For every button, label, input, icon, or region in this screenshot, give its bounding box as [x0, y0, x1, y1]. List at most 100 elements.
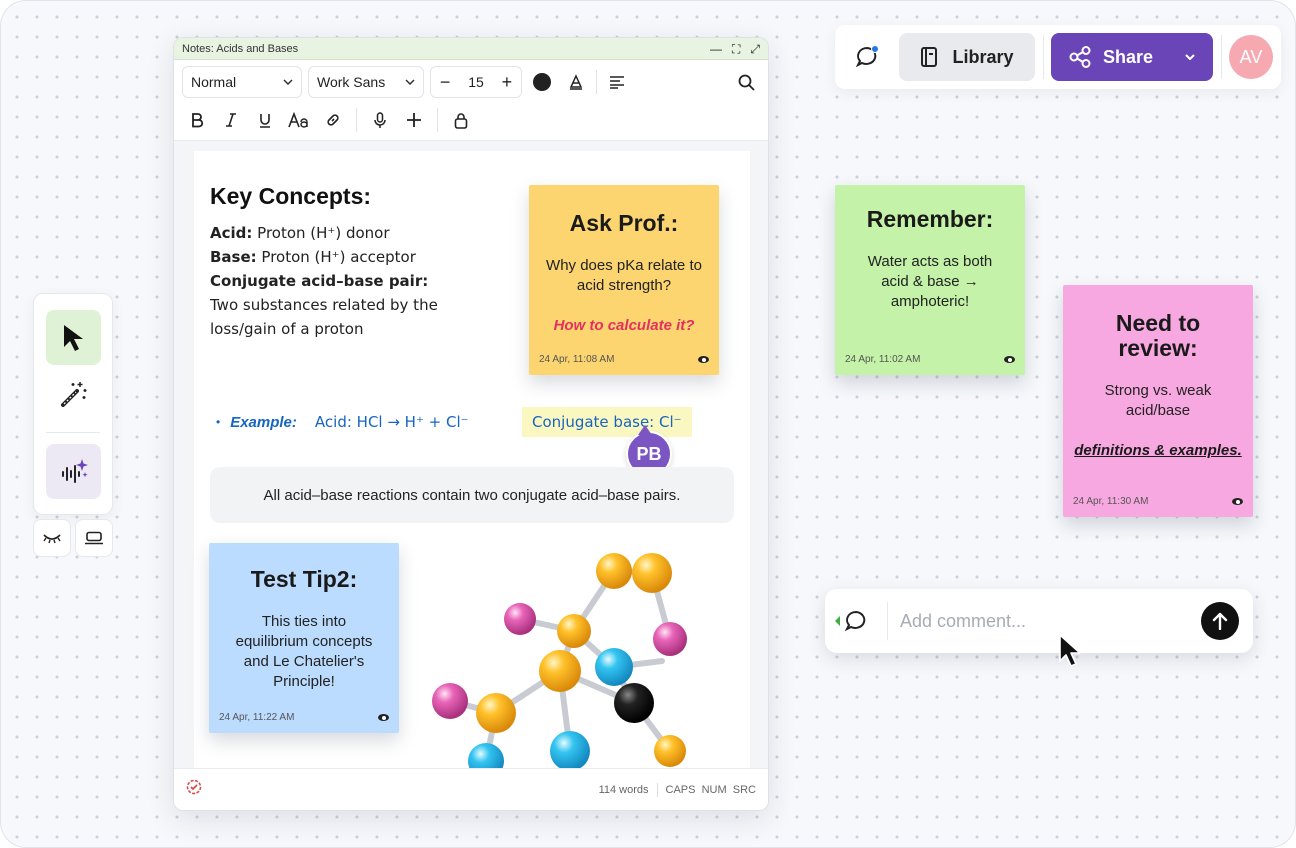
sticky-emphasis: definitions & examples.	[1074, 442, 1242, 459]
sticky-footer: 24 Apr, 11:22 AM	[219, 712, 389, 723]
chevron-down-icon[interactable]	[1185, 51, 1195, 63]
text-color-swatch	[533, 73, 551, 91]
sticky-title: Remember:	[866, 206, 994, 232]
comment-input[interactable]	[888, 610, 1201, 632]
link-icon[interactable]	[318, 106, 348, 134]
eye-icon[interactable]	[378, 714, 389, 721]
laptop-icon	[85, 531, 103, 545]
chevron-down-icon	[405, 77, 415, 88]
text-color-button[interactable]	[528, 68, 556, 96]
pair-text: Two substances related by the loss/gain …	[210, 296, 438, 338]
sticky-note-remember[interactable]: Remember: Water acts as both acid & base…	[835, 185, 1025, 375]
search-icon[interactable]	[732, 68, 760, 96]
window-controls: — ⛶ ⤢	[710, 43, 760, 55]
font-size-increase-button[interactable]: +	[502, 72, 513, 93]
comments-button[interactable]	[849, 39, 885, 75]
library-button[interactable]: Library	[899, 33, 1035, 81]
font-size-value[interactable]: 15	[468, 74, 484, 90]
paragraph-style-select[interactable]: Normal	[182, 66, 302, 98]
comment-icon-area	[825, 589, 887, 653]
select-tool-button[interactable]	[46, 310, 101, 365]
mouse-cursor-icon	[1059, 634, 1081, 667]
topbar-divider	[1221, 35, 1222, 79]
plus-icon[interactable]	[399, 106, 429, 134]
font-family-select[interactable]: Work Sans	[308, 66, 424, 98]
book-icon	[921, 47, 938, 67]
underline-icon[interactable]	[250, 106, 280, 134]
minimize-icon[interactable]: —	[710, 43, 722, 55]
ai-voice-button[interactable]	[46, 444, 101, 499]
eye-icon[interactable]	[1232, 498, 1243, 505]
mode-indicators: CAPS NUM SRC	[665, 783, 756, 796]
comment-box	[825, 589, 1253, 653]
format-toolbar: Normal Work Sans − 15 +	[182, 66, 760, 98]
sticky-timestamp: 24 Apr, 11:02 AM	[845, 354, 921, 365]
sticky-title: Test Tip2:	[250, 566, 358, 592]
sticky-body: Why does pKa relate to acid strength?	[546, 257, 702, 294]
arrow-up-icon	[1212, 612, 1228, 630]
chevron-down-icon	[283, 77, 293, 88]
lock-icon[interactable]	[446, 106, 476, 134]
font-size-stepper: − 15 +	[430, 66, 522, 98]
user-avatar[interactable]: AV	[1229, 35, 1273, 79]
acid-text: Proton (H⁺) donor	[252, 224, 390, 242]
text-case-icon[interactable]	[284, 106, 314, 134]
align-left-icon[interactable]	[603, 68, 631, 96]
share-icon	[1069, 46, 1091, 68]
library-label: Library	[952, 46, 1014, 67]
microphone-icon[interactable]	[365, 106, 395, 134]
molecule-illustration	[432, 553, 687, 771]
sticky-emphasis: How to calculate it?	[553, 317, 695, 334]
fullscreen-icon[interactable]: ⤢	[750, 43, 760, 55]
notes-title: Notes: Acids and Bases	[182, 42, 299, 55]
cursor-arrow-icon	[63, 324, 83, 351]
comment-bubble-icon	[844, 610, 866, 632]
highlighted-text[interactable]: Conjugate base: Cl⁻	[522, 407, 692, 437]
comment-bubble-icon	[855, 45, 879, 68]
word-count: 114 words	[598, 783, 649, 796]
sticky-title: Ask Prof.:	[569, 210, 679, 236]
example-label: Example:	[230, 413, 297, 431]
share-button[interactable]: Share	[1051, 33, 1213, 81]
highlight-icon[interactable]	[562, 68, 590, 96]
acid-label: Acid:	[210, 224, 253, 242]
sticky-body: Strong vs. weak acid/base	[1104, 382, 1212, 419]
italic-icon[interactable]	[216, 106, 246, 134]
doc-heading: Key Concepts:	[210, 183, 372, 209]
tool-divider	[46, 432, 100, 433]
share-label: Share	[1103, 46, 1154, 67]
top-action-bar: Library Share AV	[835, 25, 1281, 89]
toolbar-divider	[596, 70, 597, 94]
bold-icon[interactable]	[182, 106, 212, 134]
sticky-timestamp: 24 Apr, 11:30 AM	[1073, 496, 1149, 507]
sticky-note-need-review[interactable]: Need to review: Strong vs. weak acid/bas…	[1063, 285, 1253, 517]
tool-panel	[33, 293, 113, 515]
notes-titlebar[interactable]: Notes: Acids and Bases — ⛶ ⤢	[174, 38, 768, 60]
maximize-icon[interactable]: ⛶	[732, 43, 740, 55]
sticky-title: Need to review:	[1115, 310, 1201, 361]
format-toolbar-row2	[182, 104, 760, 136]
eye-icon[interactable]	[698, 356, 709, 363]
sticky-body: Water acts as both acid & base → amphote…	[867, 253, 993, 310]
sticky-footer: 24 Apr, 11:30 AM	[1073, 496, 1243, 507]
send-comment-button[interactable]	[1201, 602, 1239, 640]
sticky-note-test-tip[interactable]: Test Tip2: This ties into equilibrium co…	[209, 543, 399, 733]
magic-wand-button[interactable]	[46, 366, 101, 421]
toolbar-divider	[437, 108, 438, 132]
ai-sparkle-icon	[61, 458, 88, 483]
collapse-indicator-icon[interactable]	[835, 616, 840, 626]
sticky-footer: 24 Apr, 11:08 AM	[539, 354, 709, 365]
base-label: Base:	[210, 248, 257, 266]
sticky-body: This ties into equilibrium concepts and …	[235, 613, 373, 690]
font-size-decrease-button[interactable]: −	[440, 72, 451, 93]
hide-panel-button[interactable]	[33, 519, 71, 557]
paragraph-style-value: Normal	[191, 74, 237, 90]
pair-label: Conjugate acid–base pair:	[210, 272, 429, 290]
sticky-note-ask-prof[interactable]: Ask Prof.: Why does pKa relate to acid s…	[529, 185, 719, 375]
eye-icon[interactable]	[1004, 356, 1015, 363]
magic-wand-icon	[60, 381, 86, 407]
spellcheck-icon[interactable]	[186, 779, 202, 800]
whiteboard-canvas[interactable]: Notes: Acids and Bases — ⛶ ⤢ Normal Work…	[0, 0, 1296, 848]
dock-panel-button[interactable]	[75, 519, 113, 557]
closed-eye-icon	[43, 534, 61, 544]
